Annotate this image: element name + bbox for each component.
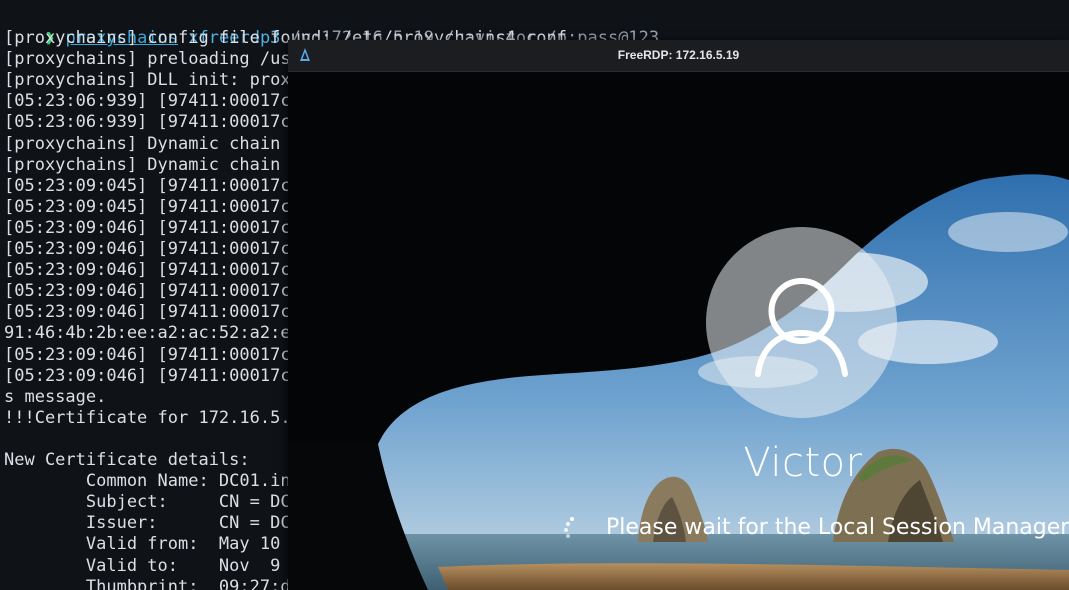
terminal-output-line: [05:23:09:045] [97411:00017c	[4, 175, 291, 196]
user-icon	[755, 278, 848, 377]
lock-screen-background	[288, 72, 1069, 590]
terminal-output-line: Thumbprint: 09:27:d	[4, 576, 291, 590]
terminal-output-line: Issuer: CN = DC	[4, 513, 291, 534]
terminal-output-line: [05:23:09:046] [97411:00017c	[4, 260, 291, 281]
username-label: Victor	[743, 440, 863, 486]
terminal-output-line: 91:46:4b:2b:ee:a2:ac:52:a2:e	[4, 323, 291, 344]
loading-spinner-icon	[564, 517, 574, 538]
freerdp-window[interactable]: FreeRDP: 172.16.5.19 Victor Please wait …	[288, 40, 1069, 590]
terminal-output-line: s message.	[4, 386, 107, 407]
terminal-output-line: [05:23:09:045] [97411:00017c	[4, 196, 291, 217]
terminal-output-line: !!!Certificate for 172.16.5.	[4, 407, 291, 428]
terminal-output-line: [05:23:06:939] [97411:00017c	[4, 112, 291, 133]
terminal-output-line: Common Name: DC01.in	[4, 471, 291, 492]
terminal-output-line: Subject: CN = DC	[4, 492, 291, 513]
window-title: FreeRDP: 172.16.5.19	[617, 48, 740, 62]
terminal-output-line: [05:23:06:939] [97411:00017c	[4, 91, 291, 112]
terminal-output-line: [05:23:09:046] [97411:00017c	[4, 217, 291, 238]
terminal-output-line: [proxychains] DLL init: prox	[4, 70, 291, 91]
remote-desktop-screen[interactable]: Victor Please wait for the Local Session…	[288, 72, 1069, 590]
terminal-output-line: New Certificate details:	[4, 450, 250, 470]
terminal-output-line: [05:23:09:046] [97411:00017c	[4, 302, 291, 323]
user-avatar[interactable]	[706, 227, 897, 418]
terminal-output-line: [proxychains] Dynamic chain	[4, 154, 281, 175]
window-titlebar[interactable]: FreeRDP: 172.16.5.19	[288, 40, 1069, 72]
terminal-output-line: [05:23:09:046] [97411:00017c	[4, 239, 291, 259]
terminal-output-line: [05:23:09:046] [97411:00017c	[4, 344, 291, 365]
terminal-output-line: Valid from: May 10	[4, 534, 291, 555]
terminal-output-line: [proxychains] preloading /us	[4, 49, 291, 70]
session-status-message: Please wait for the Local Session Manage…	[606, 515, 1069, 540]
terminal-output-line: [05:23:09:046] [97411:00017c	[4, 365, 291, 386]
terminal-output-line: Valid to: Nov 9	[4, 555, 291, 576]
terminal-output-line: [05:23:09:046] [97411:00017c	[4, 281, 291, 302]
terminal-output-line: [proxychains] Dynamic chain	[4, 133, 281, 154]
